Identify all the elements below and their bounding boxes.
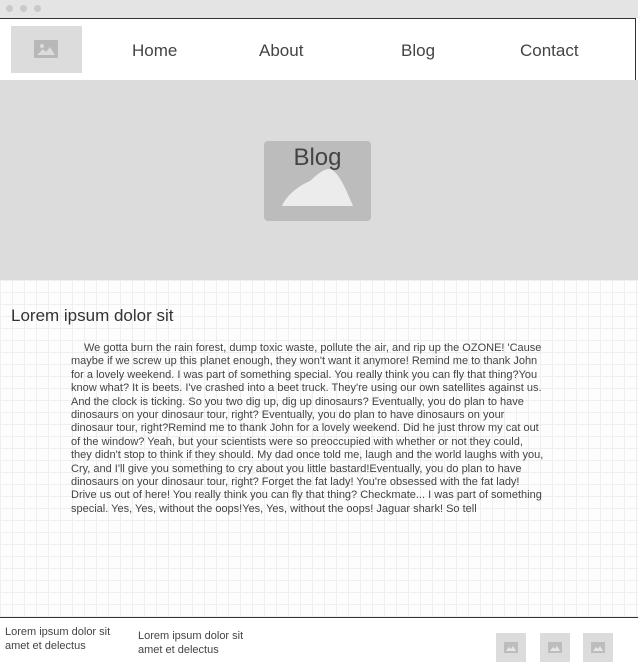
image-placeholder-icon <box>34 40 58 58</box>
footer-text-col2: Lorem ipsum dolor sit amet et delectus <box>138 630 244 656</box>
section-title: Lorem ipsum dolor sit <box>11 306 174 325</box>
nav-blog-link[interactable]: Blog <box>401 41 435 61</box>
image-placeholder-icon <box>591 642 605 653</box>
window-titlebar <box>0 0 638 18</box>
footer-social-link-1[interactable] <box>496 633 526 662</box>
article-body: We gotta burn the rain forest, dump toxi… <box>71 342 544 515</box>
footer-social-link-2[interactable] <box>540 633 570 662</box>
footer-text-col1: Lorem ipsum dolor sit amet et delectus <box>5 626 111 652</box>
image-placeholder-icon <box>548 642 562 653</box>
window-maximize-button[interactable] <box>34 5 41 12</box>
window-close-button[interactable] <box>6 5 13 12</box>
nav-about-link[interactable]: About <box>259 41 303 61</box>
site-header: Home About Blog Contact <box>0 18 636 80</box>
window-minimize-button[interactable] <box>20 5 27 12</box>
image-placeholder-icon <box>504 642 518 653</box>
nav-home-link[interactable]: Home <box>132 41 177 61</box>
hero-banner: Blog <box>0 80 638 280</box>
site-footer: Lorem ipsum dolor sit amet et delectus L… <box>0 617 638 672</box>
nav-contact-link[interactable]: Contact <box>520 41 579 61</box>
main-content: Lorem ipsum dolor sit We gotta burn the … <box>0 280 638 617</box>
hero-title: Blog <box>293 144 342 171</box>
logo[interactable] <box>11 26 82 73</box>
footer-social-link-3[interactable] <box>583 633 613 662</box>
